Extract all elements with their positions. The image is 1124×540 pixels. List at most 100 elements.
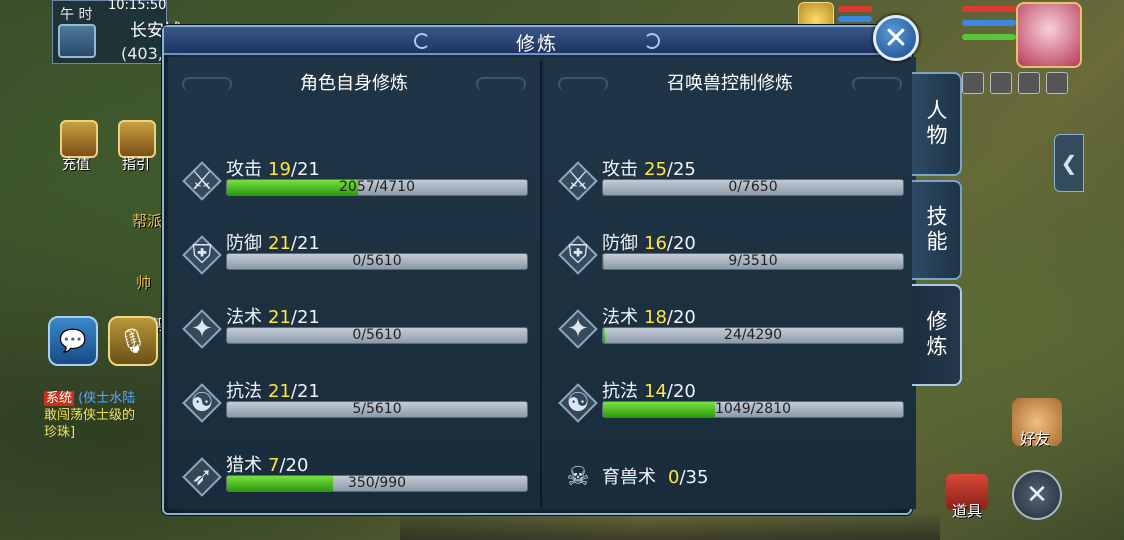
bottom-menu-bar: [400, 512, 940, 540]
chat-line: 珍珠]: [44, 425, 76, 440]
cultivation-row[interactable]: ✦ 法术 21/21 0/5610: [182, 303, 532, 353]
skill-name: 防御 21/21: [226, 229, 320, 255]
system-tag: 系统: [44, 391, 75, 406]
skill-level: 25: [644, 159, 667, 180]
skill-level: 21: [268, 307, 291, 328]
buff-icon[interactable]: [1018, 72, 1040, 94]
staff-icon: ✦: [182, 309, 222, 349]
home-icon[interactable]: [58, 24, 96, 58]
bow-icon: ➶: [182, 457, 222, 497]
microphone-icon[interactable]: 🎙: [108, 316, 158, 366]
progress-text: 0/5610: [352, 253, 402, 269]
cultivation-row[interactable]: ➶ 猎术 7/20 350/990: [182, 451, 532, 501]
pet-hp-bar: [838, 6, 872, 12]
time-period-label: 午 时: [60, 7, 93, 23]
friends-label: 好友: [1020, 430, 1051, 448]
shield-icon: ⛨: [182, 235, 222, 275]
guide-label: 指引: [122, 157, 150, 173]
player-avatar[interactable]: [1016, 2, 1082, 68]
staff-icon: ✦: [558, 309, 598, 349]
tab-character[interactable]: 人物: [912, 72, 962, 176]
panel-header: 修炼: [164, 27, 910, 55]
progress-text: 2057/4710: [339, 179, 415, 195]
skill-level: 7: [268, 455, 280, 476]
cultivation-row[interactable]: ✦ 法术 18/20 24/4290: [558, 303, 908, 353]
pet-skull-icon: ☠: [566, 462, 590, 492]
skill-label: 抗法: [226, 381, 262, 402]
skill-level: 18: [644, 307, 667, 328]
yin-yang-icon: ☯: [558, 383, 598, 423]
shield-icon: ⛨: [558, 235, 598, 275]
buff-icon[interactable]: [962, 72, 984, 94]
progress-bar: 9/3510: [602, 253, 904, 270]
pet-mp-bar: [838, 16, 872, 22]
close-icon[interactable]: ✕: [1012, 470, 1062, 520]
tab-skills[interactable]: 技能: [912, 180, 962, 280]
progress-text: 0/5610: [352, 327, 402, 343]
cultivation-row[interactable]: ⛨ 防御 16/20 9/3510: [558, 229, 908, 279]
progress-bar: 5/5610: [226, 401, 528, 418]
skill-name: 法术 18/20: [602, 303, 696, 329]
progress-text: 1049/2810: [715, 401, 791, 417]
column-divider: [540, 61, 542, 507]
skill-label: 攻击: [226, 159, 262, 180]
close-panel-button[interactable]: ✕: [873, 15, 919, 61]
skill-name: 抗法 14/20: [602, 377, 696, 403]
skill-name: 育兽术 0/35: [602, 463, 708, 489]
skill-label: 法术: [602, 307, 638, 328]
progress-bar: 350/990: [226, 475, 528, 492]
buff-icon[interactable]: [990, 72, 1012, 94]
progress-bar: 0/5610: [226, 327, 528, 344]
cultivation-row[interactable]: ☯ 抗法 14/20 1049/2810: [558, 377, 908, 427]
player-mp-bar: [962, 20, 1016, 26]
yin-yang-icon: ☯: [182, 383, 222, 423]
skill-max-level: /21: [290, 307, 320, 328]
cultivation-row[interactable]: ☠ 育兽术 0/35: [558, 451, 908, 501]
npc-name-text: 帅: [136, 274, 152, 292]
progress-text: 350/990: [347, 475, 407, 491]
pet-cultivation-title: 召唤兽控制修炼: [667, 73, 793, 94]
chevron-left-icon[interactable]: ❮: [1054, 134, 1084, 192]
skill-max-level: /20: [666, 233, 696, 254]
chat-line: (侠士水陆: [78, 391, 136, 406]
sword-icon: ⚔: [182, 161, 222, 201]
skill-level: 19: [268, 159, 291, 180]
tab-cultivation[interactable]: 修炼: [912, 284, 962, 386]
cultivation-row[interactable]: ⚔ 攻击 25/25 0/7650: [558, 155, 908, 205]
treasure-chest-icon[interactable]: [60, 120, 98, 158]
skill-level: 14: [644, 381, 667, 402]
swirl-ornament-icon: [414, 33, 430, 49]
question-scroll-icon[interactable]: [118, 120, 156, 158]
chat-icon[interactable]: 💬: [48, 316, 98, 366]
skill-label: 攻击: [602, 159, 638, 180]
skill-name: 猎术 7/20: [226, 451, 308, 477]
chat-log: 系统 (侠士水陆 敢闯荡侠士级的 珍珠]: [44, 390, 164, 441]
skill-label: 法术: [226, 307, 262, 328]
skill-max-level: /25: [666, 159, 696, 180]
player-exp-bar: [962, 34, 1016, 40]
progress-text: 9/3510: [728, 253, 778, 269]
skill-label: 猎术: [226, 455, 262, 476]
items-label: 道具: [952, 502, 983, 520]
cultivation-row[interactable]: ☯ 抗法 21/21 5/5610: [182, 377, 532, 427]
recharge-label: 充值: [62, 157, 90, 173]
skill-level: 16: [644, 233, 667, 254]
buff-icon[interactable]: [1046, 72, 1068, 94]
skill-max-level: /20: [279, 455, 309, 476]
panel-title: 修炼: [515, 33, 559, 55]
sword-icon: ⚔: [558, 161, 598, 201]
skill-name: 攻击 25/25: [602, 155, 696, 181]
guild-text: 帮派: [132, 212, 163, 230]
chat-line: 敢闯荡侠士级的: [44, 408, 136, 423]
progress-bar: 0/7650: [602, 179, 904, 196]
skill-name: 攻击 19/21: [226, 155, 320, 181]
cultivation-row[interactable]: ⚔ 攻击 19/21 2057/4710: [182, 155, 532, 205]
progress-bar: 1049/2810: [602, 401, 904, 418]
player-hp-bar: [962, 6, 1016, 12]
coordinates-text: (403,: [121, 44, 163, 63]
clock-text: 10:15:50: [108, 0, 167, 13]
cultivation-row[interactable]: ⛨ 防御 21/21 0/5610: [182, 229, 532, 279]
pet-cultivation-column: 召唤兽控制修炼 ⚔ 攻击 25/25 0/7650 ⛨ 防御 16/20 9/3510 ✦ 法术 1…: [544, 57, 916, 509]
skill-level: 21: [268, 233, 291, 254]
skill-label: 防御: [226, 233, 262, 254]
